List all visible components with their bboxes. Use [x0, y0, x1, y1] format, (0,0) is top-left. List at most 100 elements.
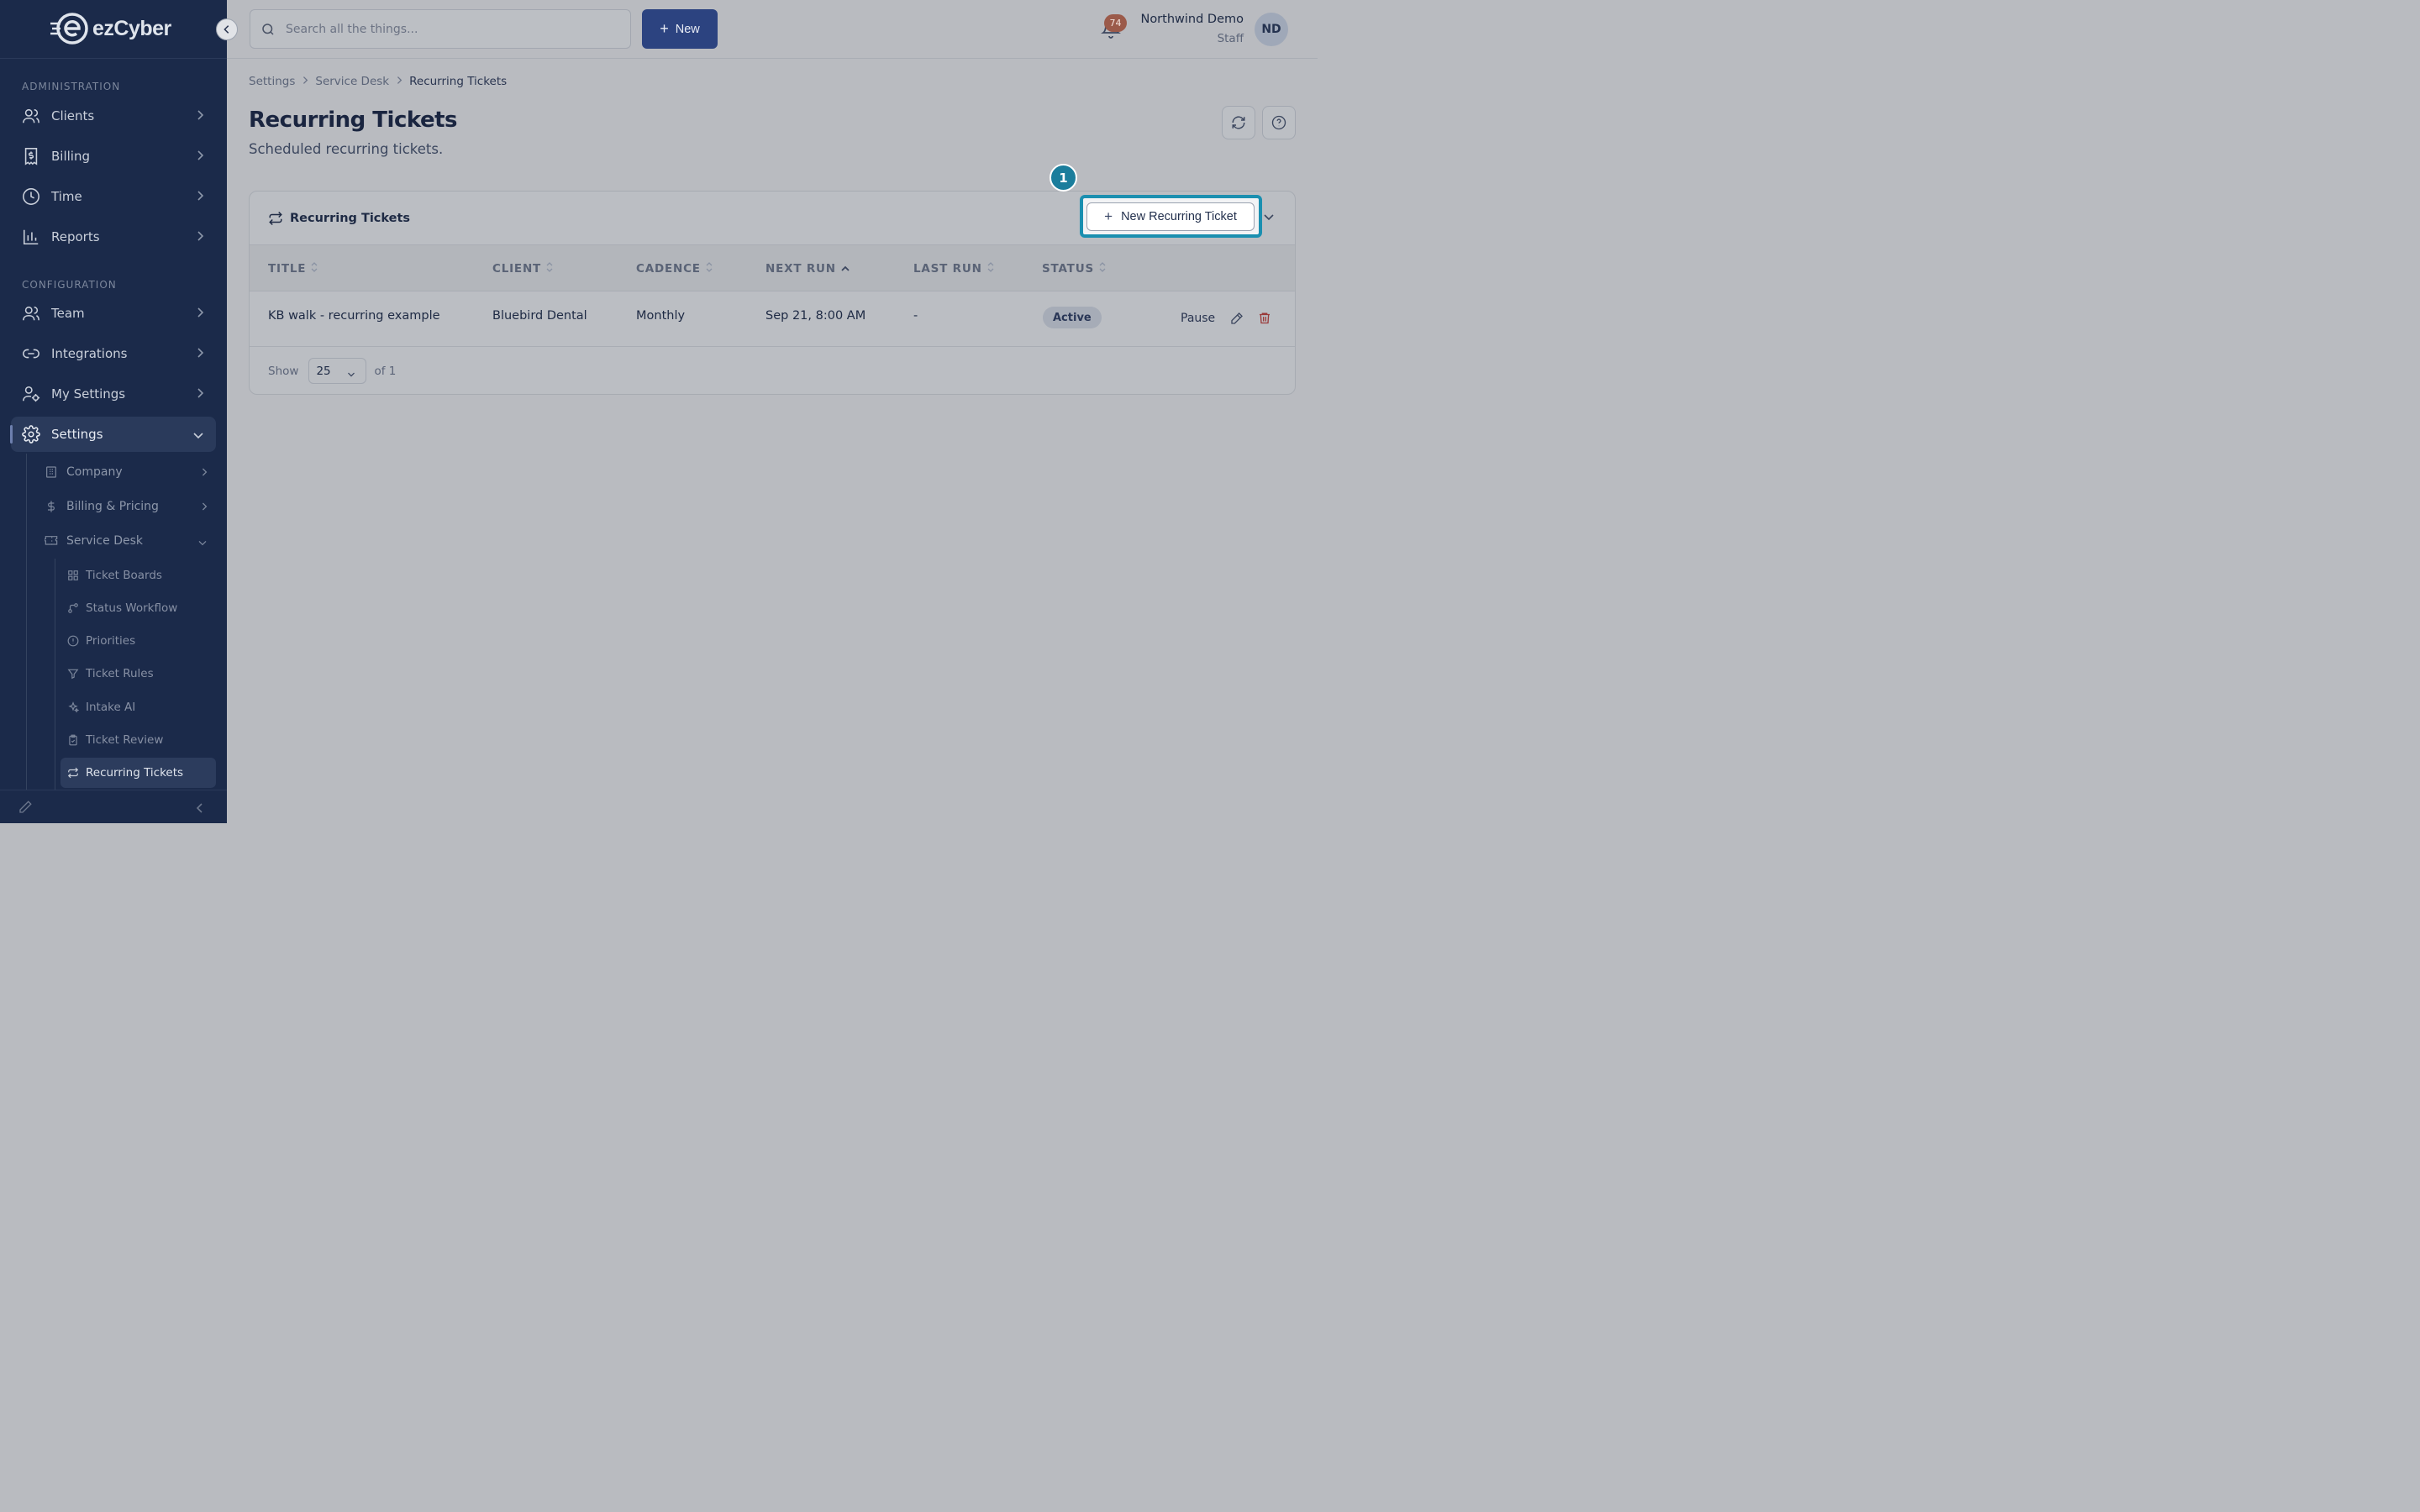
- refresh-icon: [1232, 116, 1245, 129]
- sidebar-item-clients[interactable]: Clients: [11, 98, 216, 134]
- pencil-icon[interactable]: [1230, 312, 1244, 328]
- chevron-right-icon: [196, 307, 204, 322]
- help-circle-icon: [1271, 115, 1286, 130]
- cell-title[interactable]: KB walk - recurring example: [268, 309, 440, 323]
- trash-icon[interactable]: [1258, 311, 1271, 328]
- table-row[interactable]: KB walk - recurring example Bluebird Den…: [250, 291, 1295, 347]
- new-recurring-ticket-button[interactable]: + New Recurring Ticket: [1086, 202, 1255, 231]
- sidebar-item-time[interactable]: Time: [11, 179, 216, 214]
- sidebar-item-ticket-boards[interactable]: Ticket Boards: [60, 560, 216, 591]
- chevron-right-icon: [201, 501, 208, 515]
- sidebar-item-status-workflow[interactable]: Status Workflow: [60, 593, 216, 623]
- pencil-icon[interactable]: [18, 800, 33, 818]
- sidebar-item-billing[interactable]: Billing: [11, 139, 216, 174]
- sidebar-item-label: Recurring Tickets: [86, 766, 184, 780]
- breadcrumb-item-settings[interactable]: Settings: [249, 75, 295, 88]
- search-input[interactable]: [286, 22, 605, 36]
- sort-icon: [311, 262, 318, 276]
- sidebar-item-label: Ticket Rules: [86, 667, 154, 680]
- sidebar-subitem-company[interactable]: Company: [34, 458, 216, 486]
- alert-circle-icon: [67, 635, 79, 647]
- chevron-down-icon[interactable]: [1263, 210, 1275, 226]
- page-size-select[interactable]: 25: [308, 358, 367, 384]
- team-icon: [22, 304, 40, 323]
- clipboard-check-icon: [67, 734, 79, 746]
- tree-line: [26, 454, 27, 790]
- avatar[interactable]: ND: [1255, 13, 1288, 46]
- sidebar-divider: [0, 58, 227, 59]
- chevron-right-icon: [396, 75, 402, 88]
- user-role: Staff: [1217, 32, 1244, 45]
- new-button[interactable]: + New: [642, 9, 718, 49]
- sidebar-item-recurring-tickets[interactable]: Recurring Tickets: [60, 758, 216, 788]
- pagination-footer: Show 25 of 1: [268, 358, 396, 384]
- clock-icon: [22, 187, 40, 206]
- notification-badge: 74: [1104, 14, 1127, 32]
- chevron-right-icon: [196, 387, 204, 402]
- page-size-value: 25: [316, 364, 331, 378]
- section-label-administration: ADMINISTRATION: [22, 81, 121, 92]
- help-button[interactable]: [1262, 106, 1296, 139]
- table-header: TITLE CLIENT CADENCE NEXT RUN LAST RUN S…: [250, 244, 1295, 291]
- breadcrumb-item-service-desk[interactable]: Service Desk: [315, 75, 389, 88]
- sidebar-item-ticket-rules[interactable]: Ticket Rules: [60, 659, 216, 689]
- sidebar-item-label: Ticket Review: [86, 733, 164, 747]
- sidebar-item-reports[interactable]: Reports: [11, 219, 216, 255]
- column-header-last-run[interactable]: LAST RUN: [913, 262, 994, 276]
- column-header-title[interactable]: TITLE: [268, 262, 318, 276]
- brand-logo[interactable]: ezCyber: [49, 12, 171, 45]
- sidebar-item-label: Priorities: [86, 634, 136, 648]
- show-label: Show: [268, 364, 299, 378]
- plus-icon: +: [1104, 208, 1113, 224]
- workflow-icon: [67, 602, 79, 614]
- pause-button[interactable]: Pause: [1181, 312, 1215, 325]
- sidebar-item-intake-ai[interactable]: Intake AI: [60, 692, 216, 722]
- bar-chart-icon: [22, 228, 40, 246]
- ticket-icon: [45, 534, 58, 548]
- sidebar-subitem-billing-pricing[interactable]: Billing & Pricing: [34, 492, 216, 521]
- refresh-button[interactable]: [1222, 106, 1255, 139]
- sidebar-item-label: Status Workflow: [86, 601, 178, 615]
- filter-icon: [67, 668, 79, 680]
- repeat-icon: [269, 211, 282, 225]
- sidebar-item-ticket-review[interactable]: Ticket Review: [60, 725, 216, 755]
- sidebar-item-label: Integrations: [51, 346, 128, 361]
- sidebar-item-my-settings[interactable]: My Settings: [11, 376, 216, 412]
- column-header-cadence[interactable]: CADENCE: [636, 262, 713, 276]
- grid-icon: [67, 570, 79, 581]
- receipt-icon: [22, 147, 40, 165]
- chevron-right-icon: [196, 230, 204, 245]
- new-recurring-ticket-label: New Recurring Ticket: [1121, 210, 1237, 223]
- sidebar-item-label: Clients: [51, 108, 95, 123]
- sidebar-item-priorities[interactable]: Priorities: [60, 626, 216, 656]
- sidebar-item-team[interactable]: Team: [11, 296, 216, 331]
- column-header-status[interactable]: STATUS: [1042, 262, 1106, 276]
- column-header-next-run[interactable]: NEXT RUN: [765, 262, 850, 276]
- column-label: CLIENT: [492, 262, 542, 276]
- sidebar: ezCyber ADMINISTRATION Clients Billing T…: [0, 0, 227, 823]
- sidebar-item-integrations[interactable]: Integrations: [11, 336, 216, 371]
- chevron-down-icon: [347, 367, 355, 381]
- sort-icon: [1099, 262, 1106, 276]
- sort-icon: [987, 262, 994, 276]
- cell-cadence: Monthly: [636, 309, 686, 323]
- sidebar-item-settings[interactable]: Settings: [10, 417, 216, 452]
- card-title: Recurring Tickets: [290, 211, 411, 225]
- sidebar-collapse-button[interactable]: [216, 18, 238, 40]
- gear-icon: [22, 425, 40, 444]
- column-header-client[interactable]: CLIENT: [492, 262, 553, 276]
- breadcrumb-item-current: Recurring Tickets: [409, 75, 508, 88]
- sidebar-item-label: Intake AI: [86, 701, 136, 714]
- sort-ascending-icon: [841, 262, 850, 276]
- cell-last-run: -: [913, 309, 918, 323]
- sidebar-subitem-service-desk[interactable]: Service Desk: [34, 527, 216, 555]
- building-icon: [45, 465, 58, 479]
- chevron-right-icon: [196, 109, 204, 124]
- sidebar-footer: [0, 790, 227, 823]
- link-icon: [22, 344, 40, 363]
- chevron-left-icon[interactable]: [196, 801, 204, 817]
- sidebar-item-label: Settings: [51, 427, 103, 442]
- search-box[interactable]: [250, 9, 631, 49]
- sidebar-item-label: Billing: [51, 149, 90, 164]
- repeat-icon: [67, 767, 79, 779]
